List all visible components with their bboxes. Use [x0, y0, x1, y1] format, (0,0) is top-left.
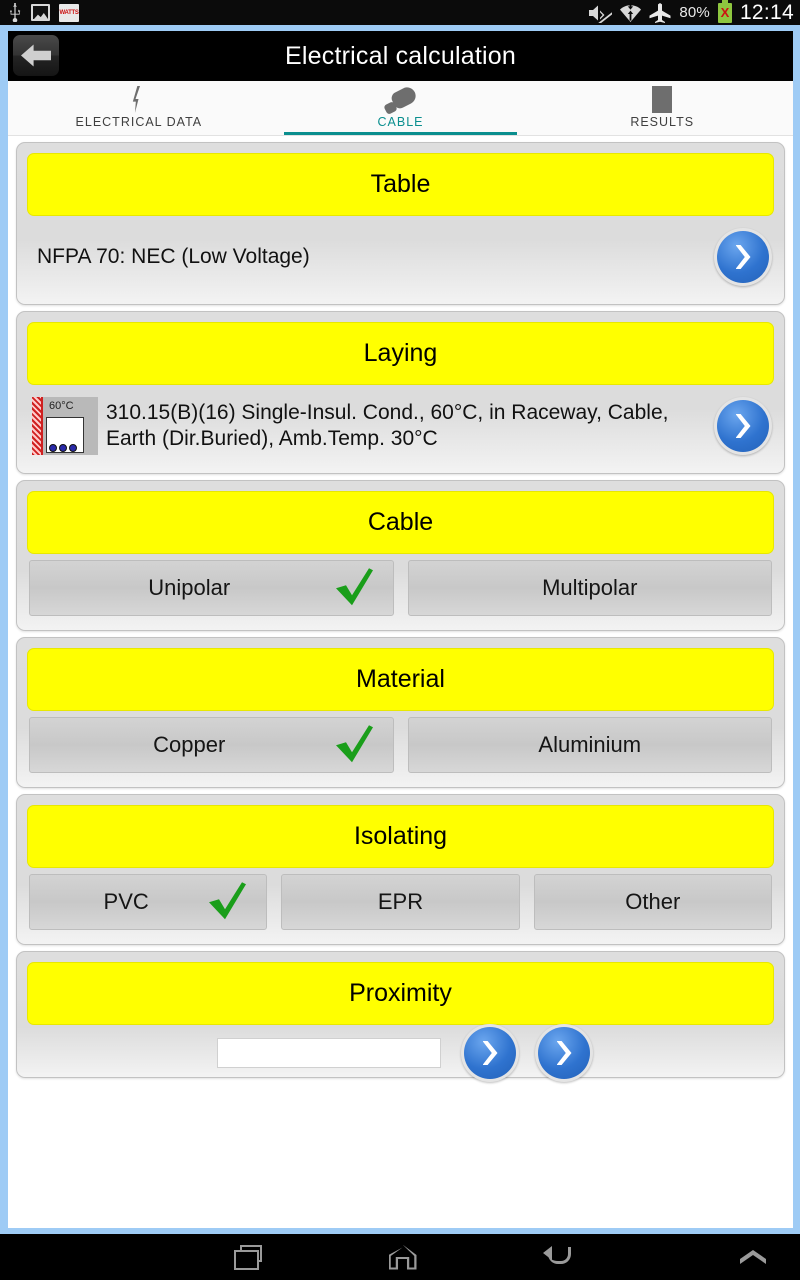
android-nav-bar: [0, 1234, 800, 1280]
app-icon: WATTS: [59, 3, 79, 22]
tab-results[interactable]: RESULTS: [531, 81, 793, 135]
option-label: Aluminium: [538, 732, 642, 757]
app-window: Electrical calculation ELECTRICAL DATA C…: [0, 31, 800, 1234]
option-epr[interactable]: EPR: [281, 874, 520, 930]
tab-bar: ELECTRICAL DATA CABLE RESULTS: [8, 81, 793, 136]
status-left-icons: WATTS: [8, 3, 79, 22]
section-title: Material: [27, 648, 774, 711]
tab-electrical-data[interactable]: ELECTRICAL DATA: [8, 81, 270, 135]
rectangle-icon: [652, 86, 673, 113]
tab-label: RESULTS: [630, 115, 695, 129]
table-value: NFPA 70: NEC (Low Voltage): [37, 244, 310, 268]
chevron-right-icon: [482, 1041, 498, 1065]
option-label: Copper: [153, 732, 226, 757]
table-next-button[interactable]: [714, 228, 772, 286]
section-title: Proximity: [27, 962, 774, 1025]
section-title: Laying: [27, 322, 774, 385]
usb-icon: [10, 3, 21, 22]
tab-label: CABLE: [377, 115, 424, 129]
material-options: Copper Aluminium: [27, 711, 774, 777]
isolating-options: PVC EPR Other: [27, 868, 774, 934]
status-clock: 12:14: [739, 1, 794, 24]
back-arrow-icon: [21, 44, 51, 67]
proximity-button-1[interactable]: [461, 1024, 519, 1082]
option-multipolar[interactable]: Multipolar: [407, 560, 772, 616]
option-label: PVC: [103, 889, 149, 914]
battery-percent: 80%: [679, 4, 710, 21]
wifi-icon: [620, 2, 642, 22]
section-table: Table NFPA 70: NEC (Low Voltage): [16, 142, 785, 305]
photo-icon: [31, 4, 50, 21]
section-proximity: Proximity: [16, 951, 785, 1082]
nav-back-button[interactable]: [480, 1245, 635, 1270]
section-title: Table: [27, 153, 774, 216]
proximity-row: [27, 1024, 774, 1082]
proximity-button-2[interactable]: [535, 1024, 593, 1082]
option-other[interactable]: Other: [533, 874, 772, 930]
android-status-bar: WATTS 80% X 12:14: [0, 0, 800, 25]
option-label: Multipolar: [542, 575, 638, 600]
home-icon: [388, 1244, 417, 1270]
option-label: Unipolar: [148, 575, 231, 600]
lightning-bolt-icon: [132, 86, 141, 113]
app-icon-text: WATTS: [59, 9, 79, 16]
tab-label: ELECTRICAL DATA: [75, 115, 203, 129]
laying-thumb-temp: 60°C: [49, 400, 74, 412]
check-icon: [335, 568, 373, 606]
option-unipolar[interactable]: Unipolar: [29, 560, 394, 616]
battery-glyph: X: [720, 5, 730, 20]
section-isolating: Isolating PVC EPR Other: [16, 794, 785, 945]
laying-value: 310.15(B)(16) Single-Insul. Cond., 60°C,…: [106, 400, 669, 450]
section-cable: Cable Unipolar Multipolar: [16, 480, 785, 631]
tab-cable[interactable]: CABLE: [270, 81, 532, 135]
table-row[interactable]: NFPA 70: NEC (Low Voltage): [27, 216, 774, 294]
section-material: Material Copper Aluminium: [16, 637, 785, 788]
status-right-icons: 80% X 12:14: [587, 0, 794, 24]
recents-icon: [233, 1244, 262, 1270]
section-title: Cable: [27, 491, 774, 554]
cable-options: Unipolar Multipolar: [27, 554, 774, 620]
check-icon: [209, 882, 247, 920]
title-bar: Electrical calculation: [8, 31, 793, 81]
option-aluminium[interactable]: Aluminium: [407, 717, 772, 773]
cable-plug-icon: [384, 88, 417, 113]
check-icon: [335, 725, 373, 763]
chevron-right-icon: [556, 1041, 572, 1065]
section-title: Isolating: [27, 805, 774, 868]
battery-warning-icon: X: [717, 0, 732, 23]
chevron-right-icon: [735, 414, 751, 438]
settings-scroll-area[interactable]: Table NFPA 70: NEC (Low Voltage) Laying …: [8, 136, 793, 1234]
section-laying: Laying 60°C 310.15(B)(16) Single-Insul. …: [16, 311, 785, 474]
device-screen: WATTS 80% X 12:14 Electrical calculation…: [0, 0, 800, 1280]
laying-next-button[interactable]: [714, 397, 772, 455]
option-copper[interactable]: Copper: [29, 717, 394, 773]
option-pvc[interactable]: PVC: [29, 874, 268, 930]
nav-home-button[interactable]: [325, 1244, 480, 1270]
laying-row[interactable]: 60°C 310.15(B)(16) Single-Insul. Cond., …: [27, 385, 774, 463]
proximity-input[interactable]: [217, 1038, 441, 1068]
option-label: Other: [625, 889, 681, 914]
chevron-right-icon: [735, 245, 751, 269]
laying-thumbnail-icon: 60°C: [32, 397, 98, 455]
option-label: EPR: [377, 889, 424, 914]
chevron-up-icon[interactable]: [740, 1250, 766, 1264]
mute-icon: [589, 5, 613, 23]
airplane-icon: [649, 2, 671, 23]
nav-recents-button[interactable]: [170, 1244, 325, 1270]
back-icon: [542, 1245, 573, 1270]
page-title: Electrical calculation: [285, 41, 516, 70]
back-button[interactable]: [12, 34, 60, 77]
